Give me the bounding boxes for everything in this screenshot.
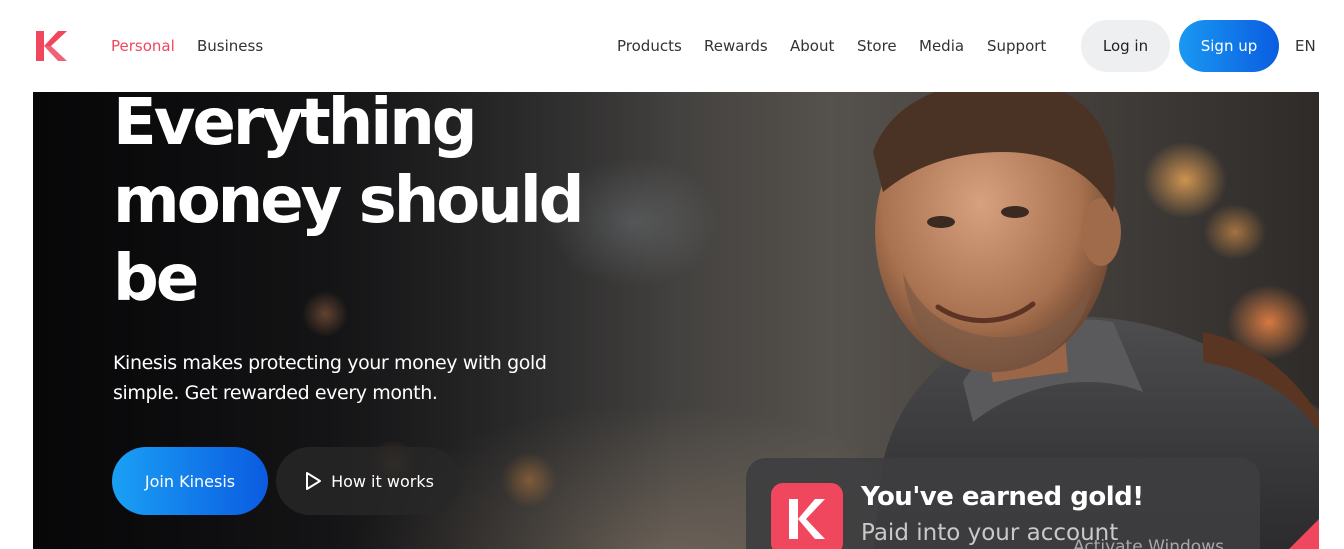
hero-section: Everything money should be Kinesis makes… [33,92,1319,549]
join-kinesis-button[interactable]: Join Kinesis [112,447,268,515]
site-header: Personal Business Products Rewards About… [0,0,1344,92]
play-icon [306,472,322,490]
gold-earned-notification: You've earned gold! Paid into your accou… [746,458,1260,549]
hero-headline-line-2: money should [113,164,585,238]
nav-support-link[interactable]: Support [987,37,1046,55]
hero-headline-line-3: be [113,242,199,316]
language-selector[interactable]: EN [1295,37,1316,55]
login-button[interactable]: Log in [1081,20,1170,72]
kinesis-logo[interactable] [34,29,68,63]
hero-subtitle-line-1: Kinesis makes protecting your money with… [113,352,547,374]
kinesis-logo-icon [771,483,843,549]
hero-subtitle: Kinesis makes protecting your money with… [113,348,583,408]
nav-store-link[interactable]: Store [857,37,897,55]
how-it-works-label: How it works [331,471,434,491]
notification-title: You've earned gold! [861,482,1144,512]
activate-windows-watermark: Activate Windows [1073,537,1224,549]
hero-headline: Everything money should be [113,92,613,318]
hero-headline-line-1: Everything [113,92,478,160]
segment-personal-link[interactable]: Personal [111,37,175,55]
nav-about-link[interactable]: About [790,37,834,55]
how-it-works-button[interactable]: How it works [276,447,461,515]
hero-subtitle-line-2: simple. Get rewarded every month. [113,382,438,404]
nav-products-link[interactable]: Products [617,37,682,55]
nav-rewards-link[interactable]: Rewards [704,37,768,55]
segment-business-link[interactable]: Business [197,37,263,55]
signup-button[interactable]: Sign up [1179,20,1279,72]
corner-accent [1289,519,1319,549]
nav-media-link[interactable]: Media [919,37,964,55]
